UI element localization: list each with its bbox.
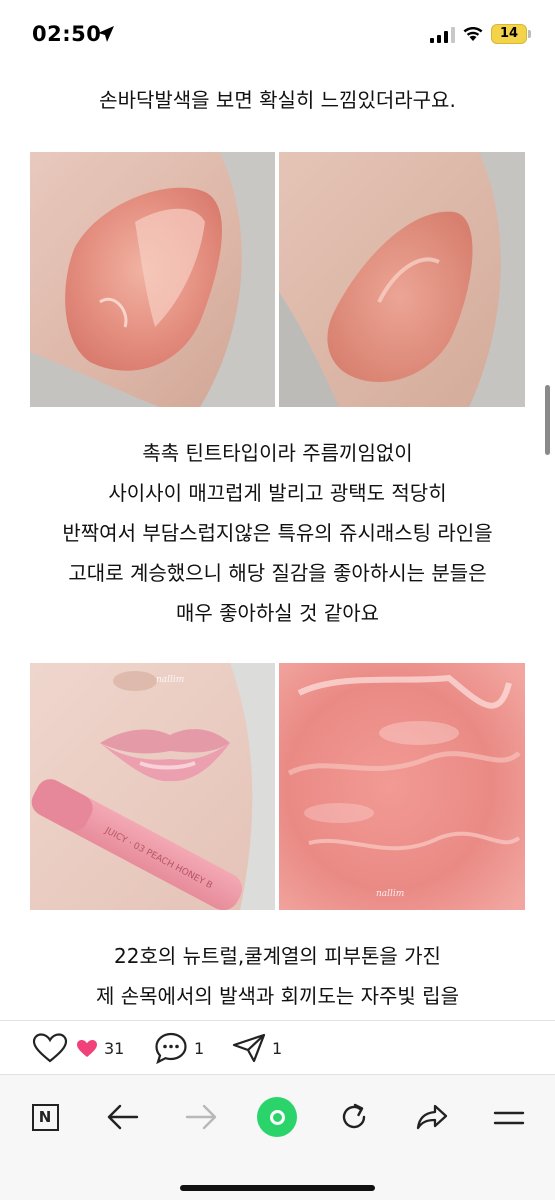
paragraph-3: 22호의 뉴트럴,쿨계열의 피부톤을 가진 제 손목에서의 발색과 회끼도는 자…: [0, 936, 555, 1016]
comment-button[interactable]: 1: [154, 1032, 205, 1064]
text-line: 매우 좋아하실 것 같아요: [175, 601, 380, 625]
status-bar: 02:50 14: [0, 0, 555, 62]
battery-level: 14: [499, 26, 519, 41]
paragraph-2: 촉촉 틴트타입이라 주름끼임없이 사이사이 매끄럽게 발리고 광택도 적당히 반…: [0, 433, 555, 633]
text-line: 반짝여서 부담스럽지않은 특유의 쥬시래스팅 라인을: [62, 521, 493, 545]
battery-tip: [528, 30, 531, 38]
share-arrow-icon: [416, 1104, 448, 1130]
scroll-indicator[interactable]: [545, 385, 550, 455]
back-button[interactable]: [103, 1097, 143, 1137]
refresh-icon: [342, 1103, 366, 1129]
swatch-photo-left[interactable]: [30, 152, 275, 407]
send-paper-plane-icon: [232, 1033, 266, 1063]
like-count: 31: [104, 1038, 125, 1058]
like-count-button[interactable]: 31: [76, 1033, 124, 1063]
swatch-left-graphic: [30, 152, 275, 407]
share-page-button[interactable]: [412, 1097, 452, 1137]
forward-arrow-icon: [185, 1104, 217, 1130]
share-count: 1: [272, 1038, 283, 1058]
status-time: 02:50: [32, 22, 102, 46]
forward-button[interactable]: [181, 1097, 221, 1137]
text-line: 사이사이 매끄럽게 발리고 광택도 적당히: [108, 481, 447, 505]
watermark: nallim: [156, 675, 185, 685]
refresh-button[interactable]: [334, 1097, 374, 1137]
cellular-signal-icon: [430, 27, 455, 43]
watermark: nallim: [376, 889, 405, 899]
heart-filled-icon: [77, 1039, 97, 1057]
swatch-right-graphic: [279, 152, 525, 407]
share-button[interactable]: 1: [232, 1033, 282, 1063]
naver-home-button[interactable]: N: [25, 1097, 65, 1137]
text-line: 제 손목에서의 발색과 회끼도는 자주빛 립을: [96, 984, 459, 1008]
comment-bubble-icon: [155, 1032, 187, 1064]
article-content: ㅡ ㆍ ㅡ ㅡ ㅡ ㆍ ㅡ ㅡ ㅡ ㆍ ㅡ ㅡ ㆍ ㅡ ㅡ ㅡ ㅡ 손바닥발색을…: [0, 0, 555, 1020]
battery-icon: 14: [491, 24, 527, 44]
text-line: 22호의 뉴트럴,쿨계열의 피부톤을 가진: [114, 944, 441, 968]
home-indicator[interactable]: [180, 1185, 375, 1191]
texture-graphic: [279, 663, 525, 910]
home-green-icon: [257, 1097, 297, 1137]
paragraph-1: 손바닥발색을 보면 확실히 느낌있더라구요.: [0, 80, 555, 120]
swatch-photo-right[interactable]: [279, 152, 525, 407]
texture-photo[interactable]: nallim: [279, 663, 525, 910]
text-line: 손바닥발색을 보면 확실히 느낌있더라구요.: [99, 88, 456, 112]
menu-button[interactable]: [489, 1097, 529, 1137]
back-arrow-icon: [107, 1104, 139, 1130]
lips-photo[interactable]: JUICY · 03 PEACH HONEY B nallim: [30, 663, 275, 910]
heart-outline-icon: [32, 1033, 68, 1063]
post-action-bar: 31 1 1: [0, 1020, 555, 1074]
text-line: 고대로 계승했으니 해당 질감을 좋아하시는 분들은: [68, 561, 487, 585]
text-line: 촉촉 틴트타입이라 주름끼임없이: [142, 441, 413, 465]
like-outline-button[interactable]: [32, 1033, 68, 1063]
browser-toolbar: N: [0, 1074, 555, 1200]
menu-icon: [493, 1111, 525, 1125]
comment-count: 1: [194, 1038, 205, 1058]
wifi-icon: [463, 26, 483, 41]
naver-n-icon: N: [31, 1103, 59, 1131]
green-home-button[interactable]: [257, 1097, 297, 1137]
lips-graphic: JUICY · 03 PEACH HONEY B: [30, 663, 275, 910]
location-arrow-icon: [98, 26, 114, 42]
